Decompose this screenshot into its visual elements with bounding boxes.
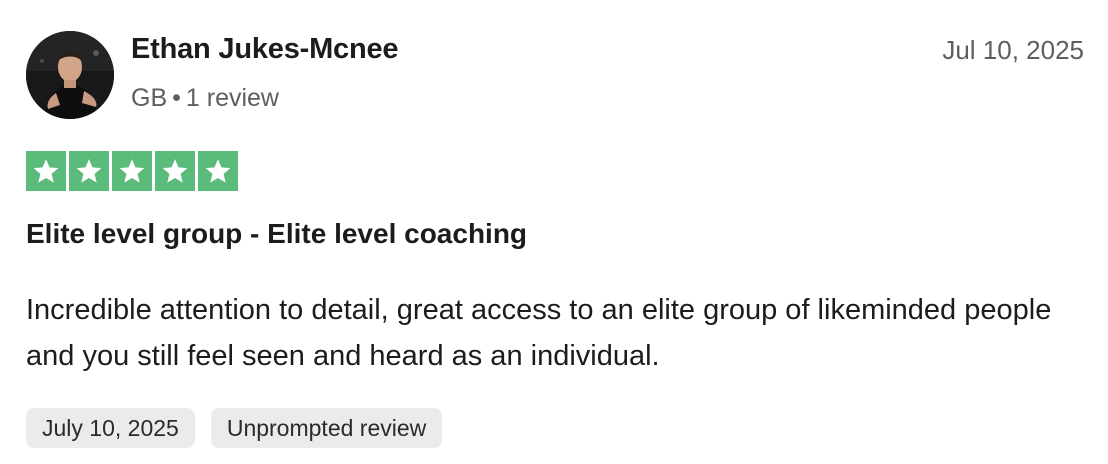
- star-icon: [198, 151, 238, 191]
- star-rating: [26, 151, 238, 191]
- star-icon: [69, 151, 109, 191]
- star-icon: [26, 151, 66, 191]
- meta-separator: •: [172, 84, 181, 112]
- review-tags: July 10, 2025 Unprompted review: [26, 408, 443, 448]
- review-title[interactable]: Elite level group - Elite level coaching: [26, 218, 527, 250]
- review-body: Incredible attention to detail, great ac…: [26, 294, 1052, 372]
- review-card: Ethan Jukes-Mcnee GB • 1 review Jul 10, 20…: [0, 0, 1108, 464]
- reviewer-review-count: 1 review: [185, 84, 279, 112]
- reviewer-avatar[interactable]: [26, 31, 114, 119]
- reviewer-name[interactable]: Ethan Jukes-Mcnee: [131, 33, 399, 66]
- star-icon: [112, 151, 152, 191]
- reviewer-meta: GB • 1 review: [131, 84, 279, 113]
- tag-experience-date: July 10, 2025: [26, 408, 195, 448]
- reviewer-country: GB: [131, 84, 168, 112]
- star-icon: [155, 151, 195, 191]
- tag-unprompted-review[interactable]: Unprompted review: [210, 408, 443, 448]
- review-date: Jul 10, 2025: [942, 35, 1084, 65]
- avatar-photo: [26, 31, 114, 119]
